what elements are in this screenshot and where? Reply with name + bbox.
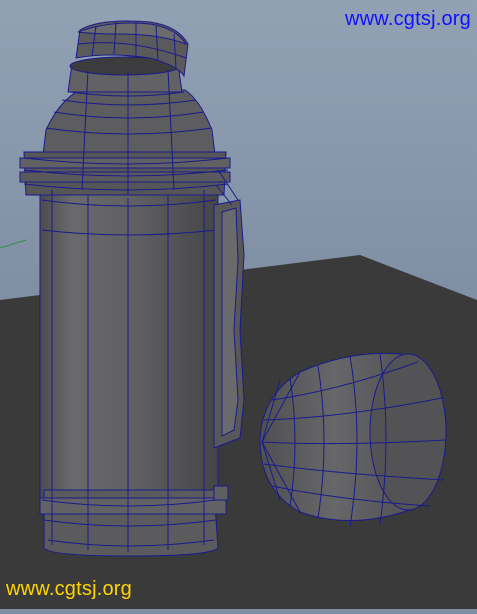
watermark-top: www.cgtsj.org [345,8,471,30]
cup-rim [369,353,447,511]
bottle-body [39,179,219,527]
thermos-bottle[interactable] [19,56,231,557]
3d-viewport[interactable] [0,0,477,609]
viewport-scene[interactable] [0,0,477,609]
handle-lower-clip [213,485,229,501]
watermark-bottom: www.cgtsj.org [6,578,132,600]
collar-ring-1 [19,157,231,169]
